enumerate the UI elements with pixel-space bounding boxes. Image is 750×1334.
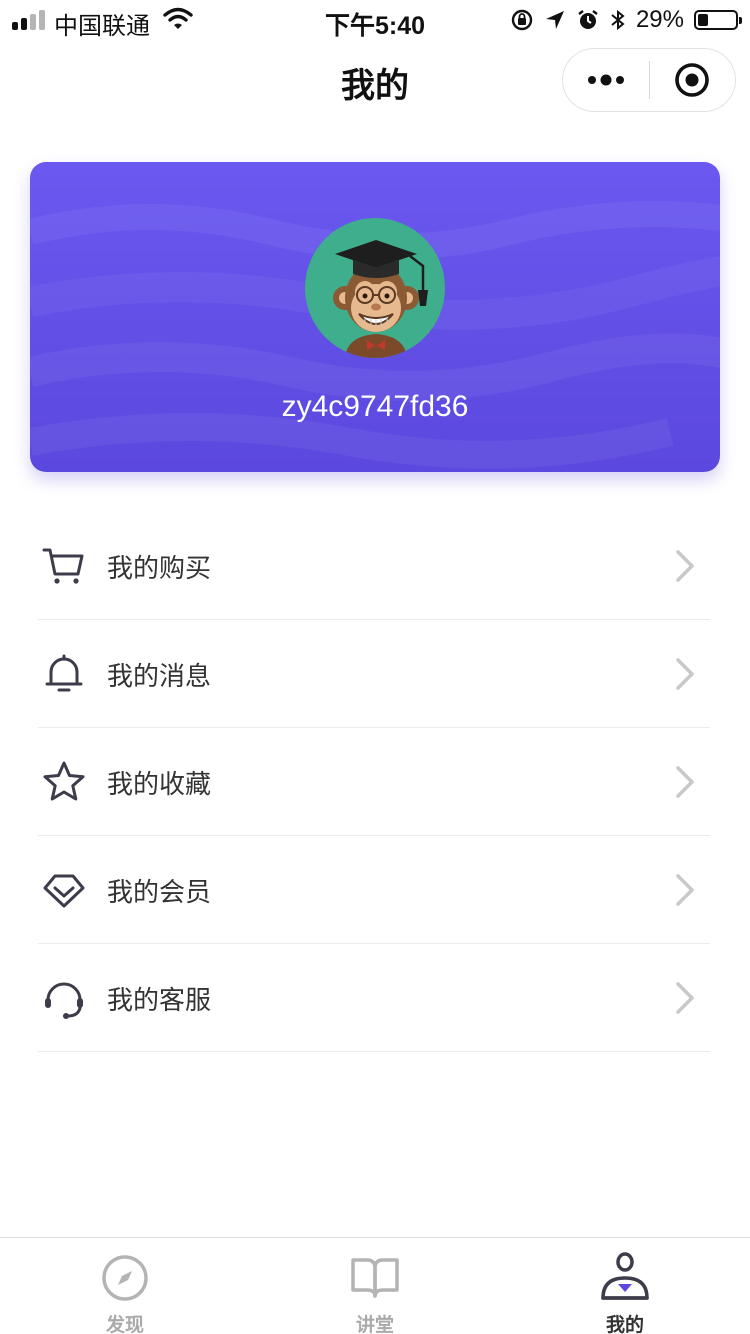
status-bar: 中国联通 下午5:40 29% <box>0 0 750 40</box>
more-button[interactable] <box>563 48 649 112</box>
user-icon <box>601 1252 649 1300</box>
diamond-icon <box>43 874 85 908</box>
tab-bar: 发现 讲堂 我的 <box>0 1237 750 1334</box>
close-target-icon <box>675 63 710 97</box>
bell-icon <box>45 654 83 692</box>
battery-icon <box>694 10 742 30</box>
profile-card: zy4c9747fd36 <box>30 162 720 472</box>
more-icon <box>587 74 624 86</box>
cart-icon <box>42 548 84 584</box>
chevron-right-icon <box>676 982 694 1014</box>
book-icon <box>351 1258 399 1298</box>
compass-icon <box>102 1255 148 1301</box>
tab-mine[interactable]: 我的 <box>500 1238 750 1334</box>
menu-item-membership[interactable]: 我的会员 <box>38 836 710 944</box>
menu-item-label: 我的收藏 <box>107 770 212 800</box>
screen: 中国联通 下午5:40 29% 我的 zy4c9747fd36 我的购买 我的消… <box>0 0 750 1334</box>
alarm-icon <box>578 10 598 29</box>
menu-item-label: 我的客服 <box>107 986 212 1016</box>
chevron-right-icon <box>676 658 694 690</box>
rotation-lock-icon <box>511 9 533 31</box>
menu-list: 我的购买 我的消息 我的收藏 我的会员 我的客服 <box>38 512 710 1052</box>
menu-item-messages[interactable]: 我的消息 <box>38 620 710 728</box>
menu-item-favorites[interactable]: 我的收藏 <box>38 728 710 836</box>
menu-item-label: 我的会员 <box>107 878 212 908</box>
close-button[interactable] <box>650 48 736 112</box>
chevron-right-icon <box>676 766 694 798</box>
bluetooth-icon <box>611 9 625 31</box>
tab-label: 我的 <box>605 1314 644 1334</box>
tab-label: 发现 <box>105 1314 144 1334</box>
battery-percent: 29% <box>635 6 684 33</box>
nav-bar: 我的 <box>0 40 750 120</box>
menu-item-label: 我的消息 <box>107 662 212 692</box>
location-icon <box>545 11 564 29</box>
menu-item-label: 我的购买 <box>107 554 212 584</box>
tab-label: 讲堂 <box>355 1314 394 1334</box>
monkey-graduate-avatar <box>333 240 428 358</box>
mini-program-capsule <box>562 48 736 112</box>
chevron-right-icon <box>676 874 694 906</box>
star-icon <box>43 761 85 801</box>
avatar[interactable] <box>305 218 445 358</box>
menu-item-customer-service[interactable]: 我的客服 <box>38 944 710 1052</box>
tab-discover[interactable]: 发现 <box>0 1238 250 1334</box>
username: zy4c9747fd36 <box>281 390 469 423</box>
tab-lecture[interactable]: 讲堂 <box>250 1238 500 1334</box>
headset-icon <box>45 982 83 1019</box>
chevron-right-icon <box>676 550 694 582</box>
menu-item-purchases[interactable]: 我的购买 <box>38 512 710 620</box>
